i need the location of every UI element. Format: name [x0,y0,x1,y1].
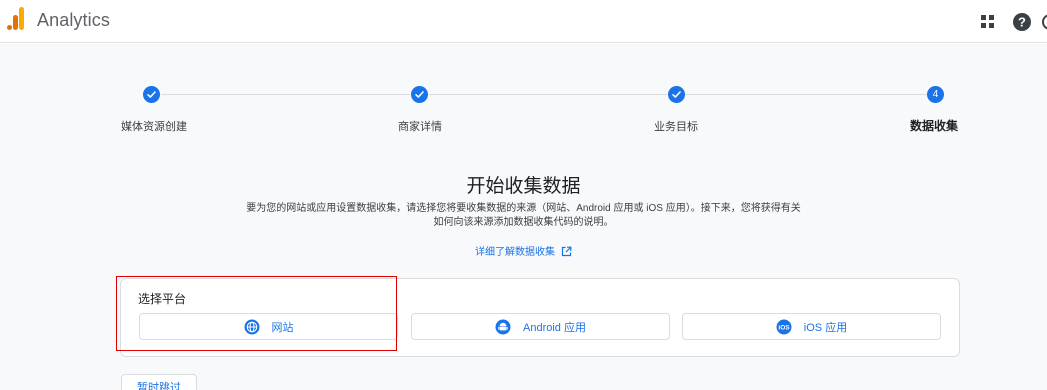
platform-web-label: 网站 [271,321,294,334]
intro-description-line1: 要为您的网站或应用设置数据收集，请选择您将要收集数据的来源（网站、Android… [246,203,801,214]
platform-card: 选择平台 网站 Android 应用 iOS iOS 应用 [116,276,960,357]
stepper-connector [685,94,927,95]
page-title: 开始收集数据 [466,176,581,197]
account-icon[interactable] [1042,12,1047,32]
step-label-objectives: 业务目标 [654,121,698,133]
platform-card-title: 选择平台 [138,292,187,306]
intro-description: 要为您的网站或应用设置数据收集，请选择您将要收集数据的来源（网站、Android… [0,202,1047,230]
platform-android-label: Android 应用 [523,321,586,334]
step-2-check-icon [411,86,428,103]
stepper-connector [429,94,667,95]
apps-grid-icon[interactable] [978,12,998,32]
ios-icon: iOS [776,319,792,334]
platform-ios-button[interactable]: iOS iOS 应用 [682,313,941,340]
learn-more-link[interactable]: 详细了解数据收集 [0,243,1047,258]
svg-text:?: ? [1018,15,1026,30]
app-title: Analytics [37,10,110,30]
step-label-data-collection: 数据收集 [910,119,959,133]
stepper-connector [161,94,410,95]
svg-text:iOS: iOS [778,324,790,331]
external-link-icon [561,246,572,257]
top-bar: Analytics ? [0,0,1047,43]
step-1-check-icon [143,86,160,103]
platform-android-button[interactable]: Android 应用 [411,313,670,340]
help-icon[interactable]: ? [1012,12,1032,32]
step-3-check-icon [668,86,685,103]
platform-web-button[interactable]: 网站 [139,313,398,340]
learn-more-label[interactable]: 详细了解数据收集 [475,247,555,258]
step-label-business: 商家详情 [398,121,442,133]
android-icon [495,319,511,334]
platform-ios-label: iOS 应用 [803,321,848,334]
analytics-logo-icon [7,7,24,30]
step-4-number: 4 [927,86,944,103]
setup-content: 4 媒体资源创建 商家详情 业务目标 数据收集 开始收集数据 要为您的网站或应用… [0,44,1047,390]
step-label-property: 媒体资源创建 [121,121,187,133]
intro-description-line2: 如何向该来源添加数据收集代码的说明。 [433,217,614,228]
skip-button[interactable]: 暂时跳过 [121,374,197,390]
globe-icon [244,319,259,334]
